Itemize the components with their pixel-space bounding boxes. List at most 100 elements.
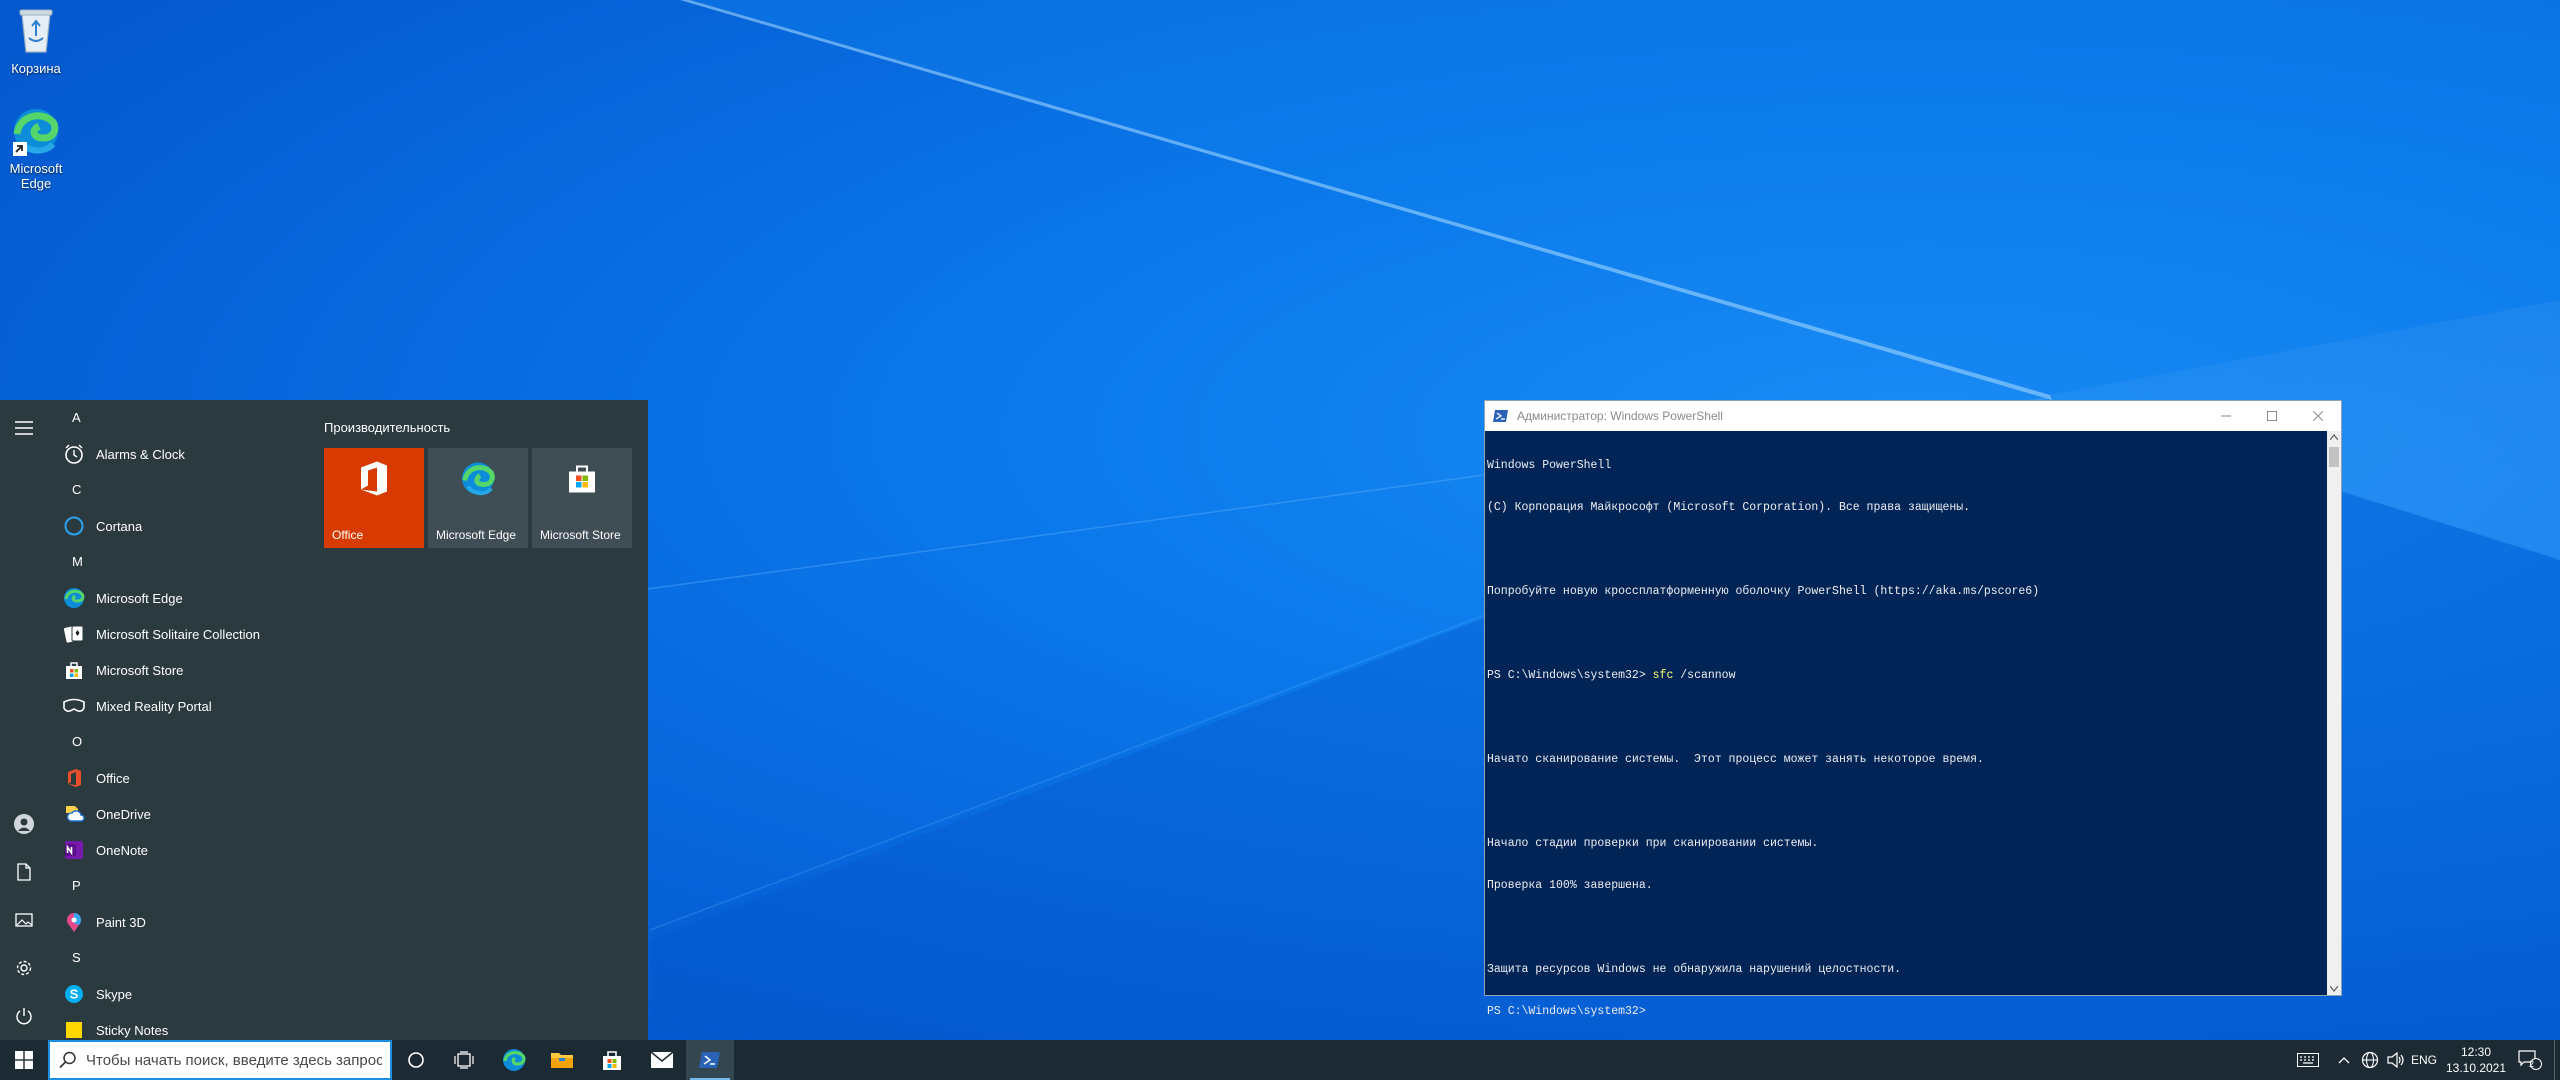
app-microsoft-edge[interactable]: Microsoft Edge [48,580,310,616]
start-rail [0,400,48,1040]
console-command-args: /scannow [1673,669,1736,682]
tile-microsoft-edge[interactable]: Microsoft Edge [428,448,528,548]
edge-icon [62,586,86,610]
letter-header-m[interactable]: M [48,544,310,580]
pictures-icon[interactable] [12,908,36,932]
app-label: Office [96,770,130,786]
cortana-button[interactable] [392,1040,440,1080]
tile-label: Microsoft Edge [436,528,517,542]
tray-overflow[interactable] [2332,1040,2356,1080]
letter-header-c[interactable]: C [48,472,310,508]
search-icon [50,1051,86,1069]
edge-icon [460,461,496,500]
scroll-down-icon[interactable] [2330,986,2338,992]
action-center-button[interactable]: 2 [2514,1040,2546,1080]
tray-volume[interactable] [2384,1040,2408,1080]
tile-label: Office [332,528,364,542]
globe-network-icon [2361,1051,2379,1069]
chevron-up-icon [2338,1057,2350,1064]
app-list: A Alarms & Clock C Cortana M Microsoft E… [48,400,310,1040]
app-label: OneNote [96,842,149,858]
window-titlebar[interactable]: Администратор: Windows PowerShell [1485,401,2341,431]
user-account-icon[interactable] [12,812,36,836]
app-sticky-notes[interactable]: Sticky Notes [48,1012,310,1040]
taskbar-edge[interactable] [490,1040,538,1080]
console-line: Начало стадии проверки при сканировании … [1487,837,1819,850]
app-onedrive[interactable]: OneDrive [48,796,310,832]
app-label: Cortana [96,518,143,534]
letter-header-a[interactable]: A [48,400,310,436]
console-scrollbar[interactable] [2327,431,2341,995]
app-microsoft-store[interactable]: Microsoft Store [48,652,310,688]
console-prompt-line: PS C:\Windows\system32> [1487,1005,1646,1018]
app-office[interactable]: Office [48,760,310,796]
edge-icon [503,1049,526,1071]
scroll-up-icon[interactable] [2330,434,2338,440]
tray-touch-keyboard[interactable] [2292,1040,2324,1080]
recycle-bin-icon [0,6,72,59]
console-output[interactable]: Windows PowerShell (C) Корпорация Майкро… [1485,431,2325,1018]
close-button[interactable] [2295,401,2341,431]
letter-header-p[interactable]: P [48,868,310,904]
start-button[interactable] [0,1040,48,1080]
console-command-line: PS C:\Windows\system32> sfc /scannow [1487,669,2323,683]
app-skype[interactable]: S Skype [48,976,310,1012]
taskbar-mail[interactable] [638,1040,686,1080]
maximize-button[interactable] [2249,401,2295,431]
desktop-icon-edge[interactable]: Microsoft Edge [0,106,72,191]
mail-icon [650,1051,674,1068]
console-line: Попробуйте новую кроссплатформенную обол… [1487,585,2040,598]
powershell-window[interactable]: Администратор: Windows PowerShell Window… [1484,400,2342,1018]
office-icon [357,461,391,500]
powershell-icon [699,1052,720,1068]
hamburger-menu-icon[interactable] [12,416,36,440]
cortana-icon [62,514,86,538]
clock-time: 12:30 [2460,1045,2492,1059]
file-explorer-icon [551,1053,573,1068]
settings-icon[interactable] [12,956,36,980]
desktop-icon-recycle-bin[interactable]: Корзина [0,6,72,76]
taskbar-powershell[interactable] [686,1040,734,1080]
task-view-icon [454,1051,474,1069]
tray-clock[interactable]: 12:30 13.10.2021 [2428,1040,2524,1080]
show-desktop-button[interactable] [2554,1040,2560,1080]
notification-count: 2 [2529,1059,2535,1069]
documents-icon[interactable] [12,860,36,884]
tile-office[interactable]: Office [324,448,424,548]
app-label: Paint 3D [96,914,146,930]
app-label: OneDrive [96,806,151,822]
edge-icon [0,106,72,159]
search-box[interactable] [48,1040,392,1080]
skype-icon: S [62,982,86,1006]
mixed-reality-icon [62,694,86,718]
app-paint-3d[interactable]: Paint 3D [48,904,310,940]
power-icon[interactable] [12,1004,36,1028]
alarm-clock-icon [62,442,86,466]
tiles-group-title[interactable]: Производительность [324,420,450,435]
letter-header-o[interactable]: O [48,724,310,760]
app-microsoft-solitaire[interactable]: Microsoft Solitaire Collection [48,616,310,652]
app-mixed-reality-portal[interactable]: Mixed Reality Portal [48,688,310,724]
minimize-button[interactable] [2203,401,2249,431]
task-view-button[interactable] [440,1040,488,1080]
app-alarms-clock[interactable]: Alarms & Clock [48,436,310,472]
onenote-icon [62,838,86,862]
paint3d-icon [62,910,86,934]
svg-text:S: S [70,987,79,1002]
search-input[interactable] [86,1051,382,1069]
tray-network[interactable] [2358,1040,2382,1080]
letter-header-s[interactable]: S [48,940,310,976]
desktop-icon-label: Microsoft Edge [9,161,63,191]
taskbar-file-explorer[interactable] [538,1040,586,1080]
app-label: Microsoft Solitaire Collection [96,626,261,642]
scroll-thumb[interactable] [2329,447,2339,467]
taskbar-store[interactable] [588,1040,636,1080]
app-label: Microsoft Store [96,662,184,678]
tile-microsoft-store[interactable]: Microsoft Store [532,448,632,548]
volume-icon [2387,1052,2404,1068]
app-onenote[interactable]: OneNote [48,832,310,868]
app-cortana[interactable]: Cortana [48,508,310,544]
windows-logo-icon [15,1051,33,1069]
